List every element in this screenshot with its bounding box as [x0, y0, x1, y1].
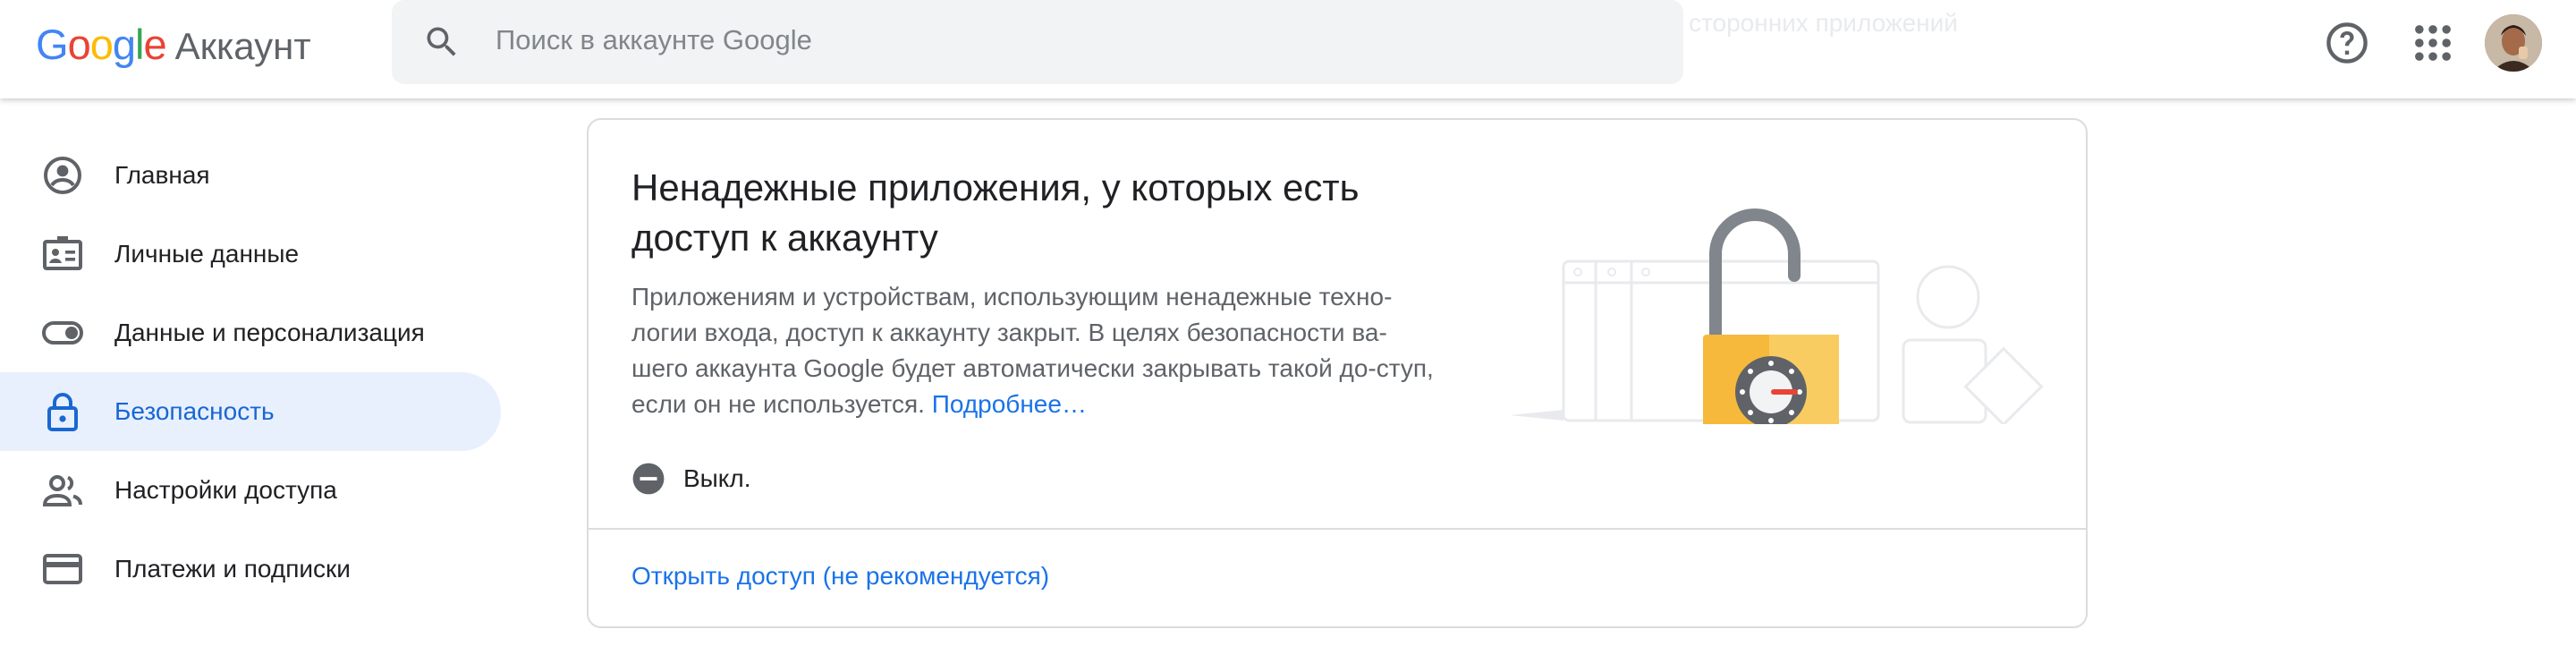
status-row: Выкл.: [631, 462, 750, 496]
people-icon: [42, 475, 82, 506]
logo-letter: e: [143, 21, 166, 68]
toggle-icon: [42, 321, 83, 345]
dial-needle-shape: [1771, 389, 1798, 395]
sidebar-item-label: Личные данные: [114, 240, 300, 268]
profile-photo-icon: [2485, 14, 2542, 72]
sidebar-item-label: Платежи и подписки: [114, 555, 351, 583]
circle-shape: [1916, 265, 1980, 329]
logo-letter: l: [134, 21, 145, 68]
logo-letter: o: [67, 21, 91, 68]
search-icon[interactable]: [422, 22, 462, 62]
minus-circle-icon: [632, 463, 665, 495]
card-description: Приложениям и устройствам, использующим …: [631, 279, 1436, 422]
sidebar-item-data-personalization[interactable]: Данные и персонализация: [0, 293, 501, 372]
apps-grid-icon[interactable]: [2410, 20, 2456, 66]
search-bar[interactable]: Поиск в аккаунте Google: [392, 0, 1683, 84]
less-secure-apps-card: Ненадежные приложения, у которых есть до…: [587, 118, 2088, 628]
top-bar: Google Аккаунт Поиск в аккаунте Google с…: [0, 0, 2576, 98]
sidebar-item-personal-info[interactable]: Личные данные: [0, 215, 501, 293]
google-wordmark: Google: [36, 20, 167, 69]
shadow-shape: [1510, 410, 1563, 421]
logo-letter: o: [89, 21, 114, 68]
help-circle-icon[interactable]: [2324, 20, 2370, 66]
browser-dot-shape: [1573, 268, 1582, 276]
allow-access-link[interactable]: Открыть доступ (не рекомендуется): [631, 562, 1049, 591]
credit-card-icon: [43, 554, 82, 584]
browser-dot-shape: [1641, 268, 1650, 276]
sidebar-item-security[interactable]: Безопасность: [0, 372, 501, 451]
sidebar-item-home[interactable]: Главная: [0, 136, 501, 215]
product-name: Аккаунт: [174, 25, 311, 67]
search-input[interactable]: Поиск в аккаунте Google: [496, 24, 812, 56]
sidebar-item-people-sharing[interactable]: Настройки доступа: [0, 451, 501, 530]
google-account-logo[interactable]: Google Аккаунт: [36, 20, 311, 70]
status-label: Выкл.: [683, 464, 751, 492]
logo-letter: g: [112, 21, 136, 68]
lock-icon: [47, 393, 78, 431]
browser-dot-shape: [1607, 268, 1616, 276]
unlocked-padlock-illustration: [1510, 208, 2044, 424]
avatar[interactable]: [2485, 14, 2542, 72]
sidebar-item-payments[interactable]: Платежи и подписки: [0, 530, 501, 608]
faded-background-text: сторонних приложений: [1689, 9, 1958, 37]
card-divider: [589, 528, 2086, 530]
account-circle-icon: [44, 157, 81, 194]
sidebar-item-label: Главная: [114, 161, 210, 189]
sidebar-item-label: Настройки доступа: [114, 476, 337, 504]
sidebar-item-label: Данные и персонализация: [114, 319, 425, 346]
logo-letter: G: [36, 21, 69, 68]
card-title: Ненадежные приложения, у которых есть до…: [631, 166, 1360, 259]
badge-icon: [43, 236, 82, 270]
sidebar-item-label: Безопасность: [114, 397, 275, 425]
learn-more-link[interactable]: Подробнее…: [932, 390, 1087, 418]
